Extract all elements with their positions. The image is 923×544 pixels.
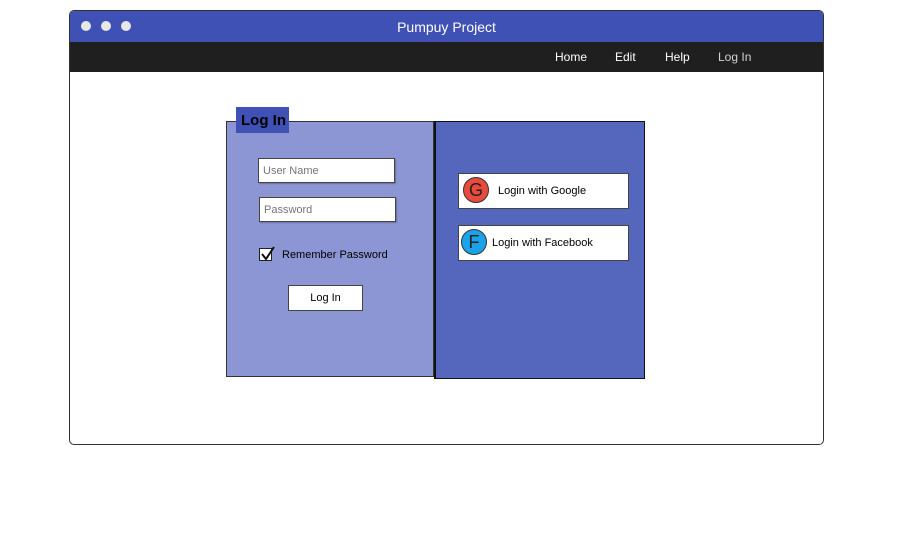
remember-password-checkbox[interactable] [259, 246, 275, 261]
menu-item-home[interactable]: Home [555, 42, 587, 72]
window-title: Pumpuy Project [397, 19, 496, 35]
username-input[interactable] [258, 158, 395, 183]
menu-item-edit[interactable]: Edit [615, 42, 636, 72]
remember-password-label: Remember Password [282, 249, 388, 261]
login-google-label: Login with Google [498, 185, 587, 197]
password-input[interactable] [259, 197, 396, 222]
checkmark-icon [261, 246, 275, 261]
login-facebook-label: Login with Facebook [492, 237, 593, 249]
title-bar: Pumpuy Project [70, 11, 823, 43]
login-button[interactable]: Log In [288, 285, 363, 311]
menu-bar: Home Edit Help Log In [70, 42, 823, 72]
login-google-button[interactable]: G Login with Google [458, 173, 629, 209]
menu-item-help[interactable]: Help [665, 42, 690, 72]
login-facebook-button[interactable]: F Login with Facebook [458, 225, 629, 261]
google-icon: G [463, 177, 489, 203]
menu-item-login[interactable]: Log In [718, 42, 751, 72]
facebook-icon: F [461, 229, 487, 255]
login-panel-title: Log In [236, 107, 289, 133]
